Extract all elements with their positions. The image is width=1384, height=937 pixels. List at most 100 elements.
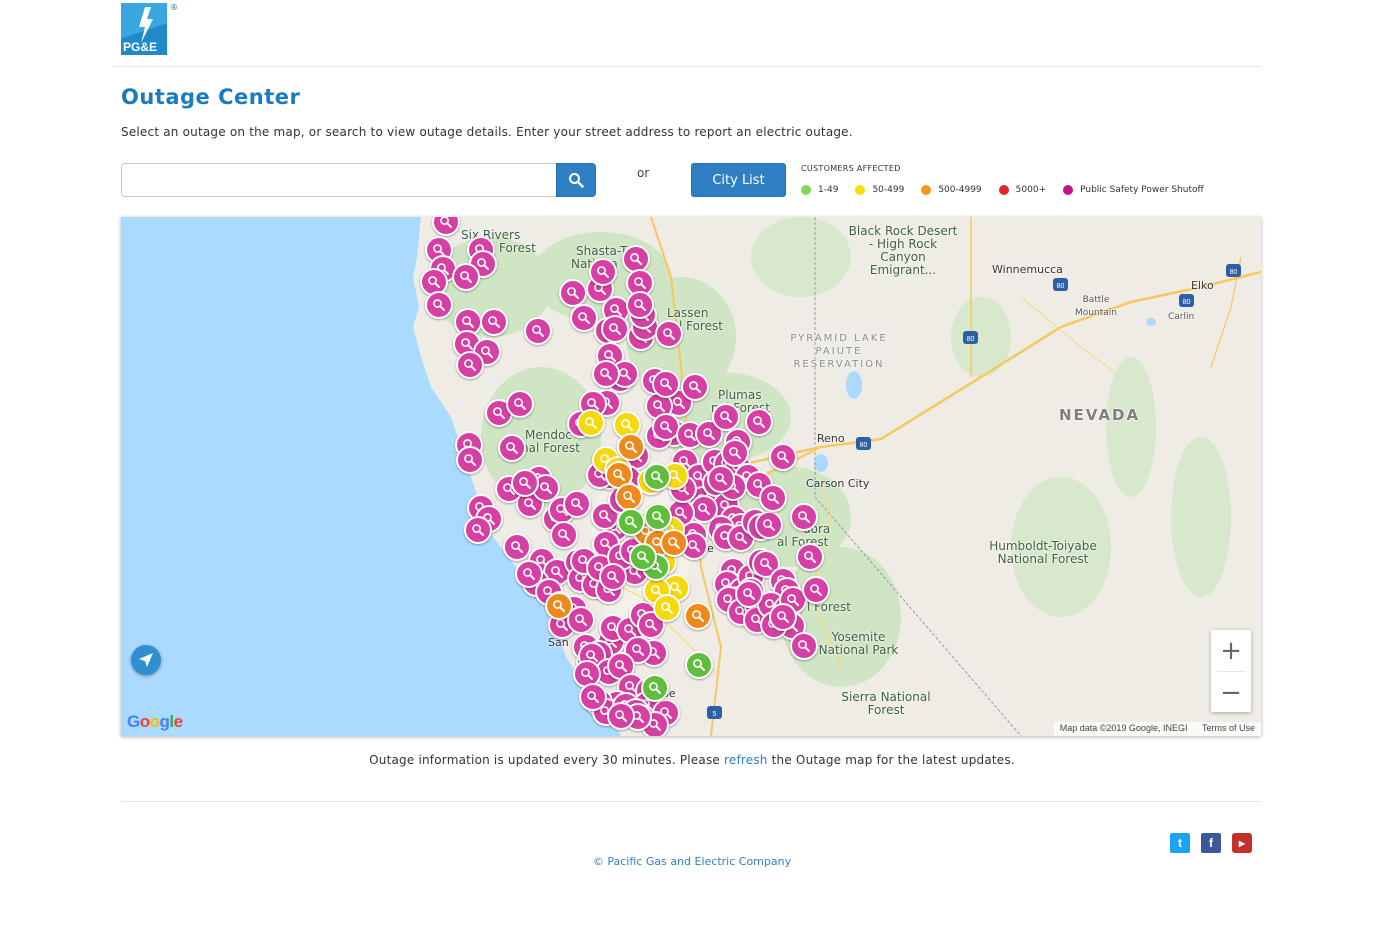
outage-marker[interactable] <box>745 408 773 436</box>
search-button[interactable] <box>556 163 596 197</box>
outage-marker[interactable] <box>577 409 605 437</box>
outage-marker[interactable] <box>599 563 627 591</box>
magnifier-icon <box>634 277 646 289</box>
magnifier-icon <box>703 428 715 440</box>
outage-marker[interactable] <box>641 674 669 702</box>
twitter-icon[interactable]: t <box>1170 833 1190 853</box>
zoom-in-button[interactable]: + <box>1211 630 1251 671</box>
outage-marker[interactable] <box>452 263 480 291</box>
map-label-reno: Reno <box>817 432 845 445</box>
map-label-mendocino-forest: nal Forest <box>521 441 580 455</box>
outage-marker[interactable] <box>617 433 645 461</box>
magnifier-icon <box>488 316 500 328</box>
city-list-button[interactable]: City List <box>691 163 786 197</box>
outage-marker[interactable] <box>503 533 531 561</box>
outage-marker[interactable] <box>652 370 680 398</box>
outage-marker[interactable] <box>607 702 635 730</box>
registered-mark: ® <box>170 3 178 12</box>
outage-marker[interactable] <box>653 594 681 622</box>
footer-divider <box>121 801 1261 802</box>
outage-marker[interactable] <box>511 469 539 497</box>
magnifier-icon <box>460 271 472 283</box>
outage-marker[interactable] <box>769 603 797 631</box>
magnifier-icon <box>615 710 627 722</box>
outage-marker[interactable] <box>769 443 797 471</box>
outage-marker[interactable] <box>506 390 534 418</box>
magnifier-icon <box>524 498 536 510</box>
outage-marker[interactable] <box>802 576 830 604</box>
outage-marker[interactable] <box>735 580 763 608</box>
outage-marker[interactable] <box>626 291 654 319</box>
outage-marker[interactable] <box>643 463 671 491</box>
outage-marker[interactable] <box>644 503 672 531</box>
outage-marker[interactable] <box>456 446 484 474</box>
outage-marker[interactable] <box>464 516 492 544</box>
outage-marker[interactable] <box>579 683 607 711</box>
outage-marker[interactable] <box>759 484 787 512</box>
pge-logo[interactable]: PG&E ® <box>121 3 178 57</box>
outage-marker[interactable] <box>592 360 620 388</box>
outage-marker[interactable] <box>456 351 484 379</box>
outage-marker[interactable] <box>707 465 735 493</box>
magnifier-icon <box>619 368 631 380</box>
copyright-link[interactable]: © Pacific Gas and Electric Company <box>0 855 1384 868</box>
outage-marker[interactable] <box>480 308 508 336</box>
outage-marker[interactable] <box>589 258 617 286</box>
outage-marker[interactable] <box>681 373 709 401</box>
outage-marker[interactable] <box>629 543 657 571</box>
magnifier-icon <box>798 511 810 523</box>
outage-marker[interactable] <box>655 320 683 348</box>
magnifier-icon <box>767 492 779 504</box>
magnifier-icon <box>663 328 675 340</box>
outage-marker[interactable] <box>796 543 824 571</box>
outage-marker[interactable] <box>563 490 591 518</box>
map-label-carson-city: Carson City <box>806 477 870 490</box>
magnifier-icon <box>692 610 704 622</box>
magnifier-icon <box>689 381 701 393</box>
notice-text-before: Outage information is updated every 30 m… <box>369 753 725 767</box>
my-location-button[interactable] <box>131 645 161 675</box>
outage-marker[interactable] <box>790 632 818 660</box>
outage-marker[interactable] <box>684 602 712 630</box>
outage-marker[interactable] <box>425 291 453 319</box>
facebook-icon[interactable]: f <box>1201 833 1221 853</box>
or-label: or <box>637 166 650 180</box>
outage-marker[interactable] <box>545 592 573 620</box>
magnifier-icon <box>585 417 597 429</box>
magnifier-icon <box>763 519 775 531</box>
outage-marker[interactable] <box>617 508 645 536</box>
outage-marker[interactable] <box>660 529 688 557</box>
outage-marker[interactable] <box>755 511 783 539</box>
outage-marker[interactable] <box>615 483 643 511</box>
legend: 1-49 50-499 500-4999 5000+ Public Safety… <box>801 185 1221 195</box>
outage-marker[interactable] <box>524 317 552 345</box>
magnifier-icon <box>777 451 789 463</box>
outage-marker[interactable] <box>601 315 629 343</box>
youtube-icon[interactable]: ▶ <box>1232 833 1252 853</box>
terms-of-use-link[interactable]: Terms of Use <box>1202 723 1255 733</box>
magnifier-icon <box>461 338 473 350</box>
outage-marker[interactable] <box>685 651 713 679</box>
magnifier-icon <box>551 566 563 578</box>
outage-marker[interactable] <box>559 279 587 307</box>
legend-label: 5000+ <box>1015 185 1047 195</box>
magnifier-icon <box>581 668 593 680</box>
magnifier-icon <box>698 503 710 515</box>
zoom-out-button[interactable]: − <box>1211 672 1251 713</box>
address-search-input[interactable] <box>121 163 557 197</box>
magnifier-icon <box>637 551 649 563</box>
magnifier-icon <box>777 611 789 623</box>
map-label-nevada: NEVADA <box>1059 406 1141 424</box>
magnifier-icon <box>634 299 646 311</box>
outage-marker[interactable] <box>550 521 578 549</box>
outage-marker[interactable] <box>498 434 526 462</box>
magnifier-icon <box>462 316 474 328</box>
magnifier-icon <box>571 498 583 510</box>
outage-map[interactable]: 80 80 80 80 80 5 Six Rivers Forest Shast… <box>121 217 1261 736</box>
magnifier-icon <box>668 537 680 549</box>
notice-text-after: the Outage map for the latest updates. <box>767 753 1015 767</box>
outage-marker[interactable] <box>790 503 818 531</box>
outage-marker[interactable] <box>712 403 740 431</box>
map-attribution: Map data ©2019 Google, INEGI Terms of Us… <box>1053 722 1261 736</box>
refresh-link[interactable]: refresh <box>724 753 768 767</box>
